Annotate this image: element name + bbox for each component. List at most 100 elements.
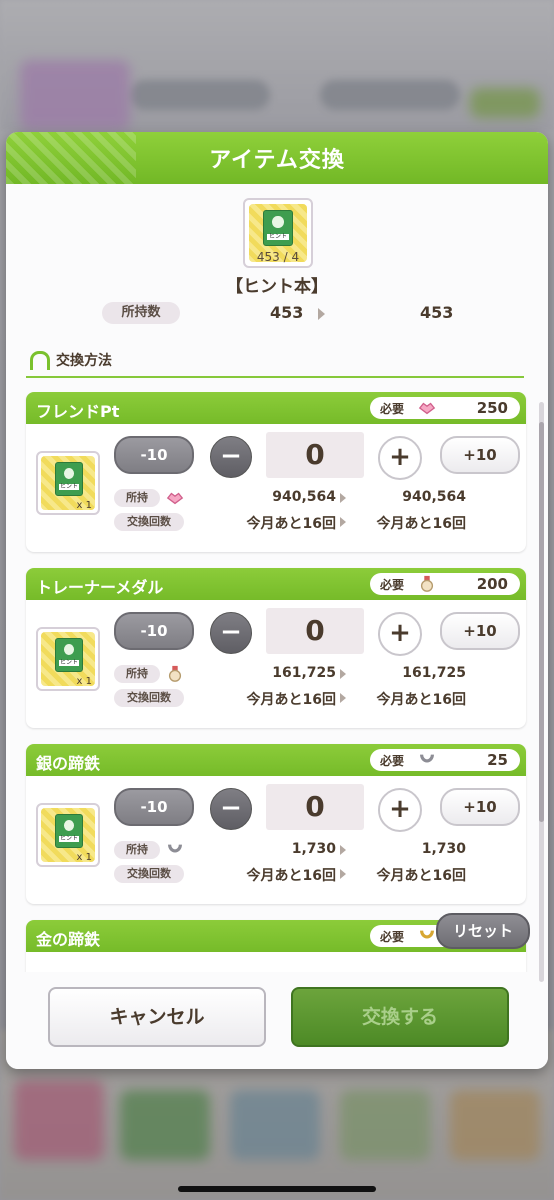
arrow-right-icon [340, 517, 346, 527]
minus-10-button[interactable]: -10 [114, 436, 194, 474]
exchange-method-header: 交換方法 [26, 348, 524, 378]
owned-after: 1,730 [421, 841, 466, 857]
exchange-options-list[interactable]: フレンドPt 必要 250 -10 − 0 + +10 ヒント x 1 所持 9… [24, 392, 534, 972]
exchange-card-trainer-medal: トレーナーメダル 必要 200 -10 − 0 + +10 ヒント x 1 所持… [26, 568, 526, 728]
required-value: 250 [476, 399, 508, 417]
item-exchange-dialog: アイテム交換 ヒント 453 / 4 【ヒント本】 所持数 453 453 交換… [6, 132, 548, 1069]
dialog-title: アイテム交換 [6, 132, 548, 184]
owned-after: 940,564 [402, 489, 466, 505]
required-badge: 必要 200 [370, 573, 520, 595]
exchange-count-after: 今月あと16回 [376, 516, 466, 532]
exchange-count-label: 交換回数 [114, 689, 184, 707]
owned-label: 所持数 [102, 302, 180, 324]
item-name: 【ヒント本】 [226, 277, 328, 297]
owned-before: 161,725 [272, 665, 336, 681]
book-tag: ヒント [58, 659, 80, 667]
reward-qty: x 1 [76, 852, 92, 863]
plus-button[interactable]: + [378, 612, 422, 656]
book-tag: ヒント [58, 835, 80, 843]
silver-horseshoe-icon [420, 754, 434, 763]
cancel-button[interactable]: キャンセル [48, 987, 266, 1047]
scrollbar[interactable] [539, 402, 544, 982]
exchange-method-label: 交換方法 [56, 353, 112, 369]
arrow-right-icon [340, 493, 346, 503]
owned-before: 940,564 [272, 489, 336, 505]
card-title: 銀の蹄鉄 [36, 754, 101, 773]
arrow-right-icon [340, 669, 346, 679]
book-icon: ヒント [55, 638, 83, 672]
hint-book-reward-icon: ヒント x 1 [36, 627, 100, 691]
quantity-display: 0 [266, 784, 364, 830]
owned-label: 所持 [114, 841, 160, 859]
required-label: 必要 [380, 402, 405, 416]
hint-book-reward-icon: ヒント x 1 [36, 803, 100, 867]
required-label: 必要 [380, 754, 405, 768]
exchange-card-friend-pt: フレンドPt 必要 250 -10 − 0 + +10 ヒント x 1 所持 9… [26, 392, 526, 552]
gold-horseshoe-icon [420, 930, 434, 939]
hint-book-reward-icon: ヒント x 1 [36, 451, 100, 515]
arrow-right-icon [340, 845, 346, 855]
owned-label: 所持 [114, 665, 160, 683]
exchange-count-label: 交換回数 [114, 513, 184, 531]
plus-10-button[interactable]: +10 [440, 788, 520, 826]
exchange-count-after: 今月あと16回 [376, 692, 466, 708]
owned-count-row: 所持数 453 453 [6, 302, 548, 326]
friend-pt-icon [166, 492, 184, 505]
trainer-medal-icon [168, 665, 182, 682]
silver-horseshoe-icon [168, 844, 182, 853]
exchange-count-before: 今月あと16回 [246, 516, 336, 532]
home-indicator[interactable] [178, 1186, 376, 1192]
arrow-right-icon [340, 869, 346, 879]
exchange-card-silver-horseshoe: 銀の蹄鉄 必要 25 -10 − 0 + +10 ヒント x 1 所持 1,73… [26, 744, 526, 904]
exchange-count-label: 交換回数 [114, 865, 184, 883]
minus-10-button[interactable]: -10 [114, 788, 194, 826]
minus-button[interactable]: − [210, 788, 252, 830]
owned-before: 453 [270, 303, 304, 322]
required-label: 必要 [380, 930, 405, 944]
arrow-right-icon [340, 693, 346, 703]
reward-qty: x 1 [76, 500, 92, 511]
card-title: フレンドPt [36, 402, 120, 421]
exchange-button[interactable]: 交換する [291, 987, 509, 1047]
minus-10-button[interactable]: -10 [114, 612, 194, 650]
minus-button[interactable]: − [210, 612, 252, 654]
required-value: 200 [476, 575, 508, 593]
hint-book-item-icon: ヒント 453 / 4 [243, 198, 313, 268]
plus-10-button[interactable]: +10 [440, 612, 520, 650]
reset-button[interactable]: リセット [436, 913, 530, 949]
minus-button[interactable]: − [210, 436, 252, 478]
owned-label: 所持 [114, 489, 160, 507]
exchange-count-before: 今月あと16回 [246, 868, 336, 884]
owned-before: 1,730 [291, 841, 336, 857]
book-tag: ヒント [266, 233, 290, 240]
required-badge: 必要 25 [370, 749, 520, 771]
card-header: 銀の蹄鉄 必要 25 [26, 744, 526, 776]
required-badge: 必要 250 [370, 397, 520, 419]
plus-10-button[interactable]: +10 [440, 436, 520, 474]
quantity-display: 0 [266, 432, 364, 478]
owned-after: 453 [420, 303, 454, 322]
scrollbar-thumb[interactable] [539, 422, 544, 822]
card-header: フレンドPt 必要 250 [26, 392, 526, 424]
book-icon: ヒント [55, 462, 83, 496]
friend-pt-icon [418, 402, 436, 415]
book-icon: ヒント [55, 814, 83, 848]
card-title: 金の蹄鉄 [36, 930, 101, 949]
exchange-count-after: 今月あと16回 [376, 868, 466, 884]
quantity-display: 0 [266, 608, 364, 654]
card-header: トレーナーメダル 必要 200 [26, 568, 526, 600]
trainer-medal-icon [420, 575, 434, 592]
plus-button[interactable]: + [378, 436, 422, 480]
arrow-right-icon [318, 308, 325, 320]
item-count-label: 453 / 4 [256, 250, 300, 264]
dialog-body: ヒント 453 / 4 【ヒント本】 所持数 453 453 交換方法 フレンド… [6, 184, 548, 1069]
required-value: 25 [487, 751, 508, 769]
reward-qty: x 1 [76, 676, 92, 687]
exchange-count-before: 今月あと16回 [246, 692, 336, 708]
card-title: トレーナーメダル [36, 578, 164, 597]
book-icon: ヒント [263, 210, 293, 246]
plus-button[interactable]: + [378, 788, 422, 832]
owned-after: 161,725 [402, 665, 466, 681]
required-label: 必要 [380, 578, 405, 592]
book-tag: ヒント [58, 483, 80, 491]
